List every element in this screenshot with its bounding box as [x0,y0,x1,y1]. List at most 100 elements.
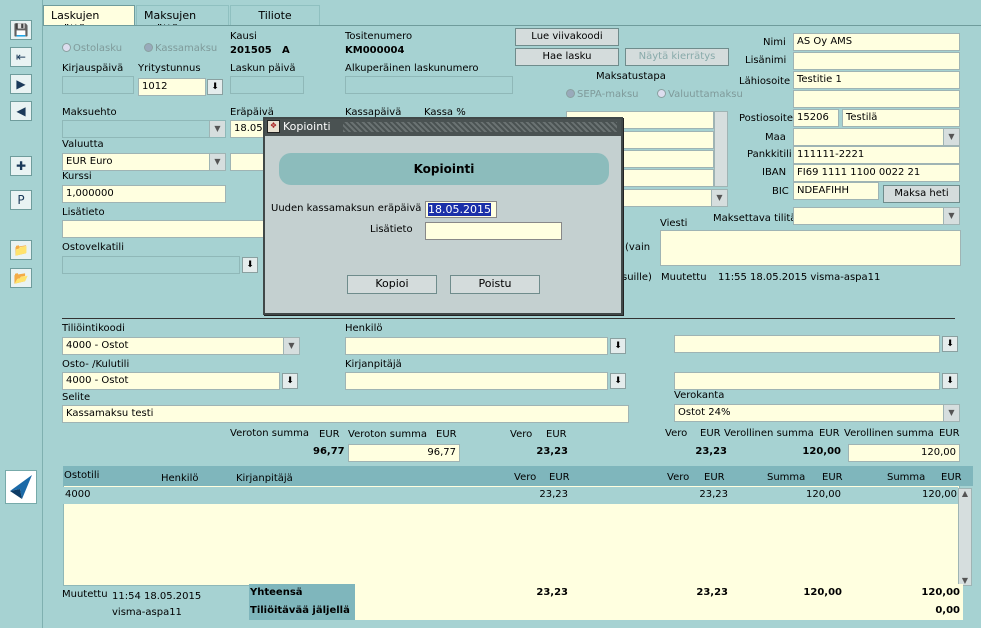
next-icon[interactable]: ▶ [10,74,32,94]
grid-header: Ostotili Henkilö Kirjanpitäjä Vero EUR V… [63,466,973,486]
tiliointikoodi-field[interactable]: 4000 - Ostot ▼ [62,337,300,355]
tab-maksujen-syotto[interactable]: Maksujen syöttö [136,5,229,35]
osto-lov-icon[interactable]: ⬇ [282,373,298,389]
kausi-value: 201505 [230,45,272,56]
kirjanpitaja-field[interactable] [345,372,608,390]
postinumero-field[interactable]: 15206 [793,109,839,127]
save-icon[interactable]: 💾 [10,20,32,40]
kurssi-field[interactable]: 1,000000 [62,185,226,203]
nayta-kierratys-button[interactable]: Näytä kierrätys [625,48,729,66]
henkilo-field[interactable] [345,337,608,355]
verokanta-field[interactable]: Ostot 24% ▼ [674,404,960,422]
col-kirjanpitaja: Kirjanpitäjä [236,473,293,484]
col-eur-3: EUR [822,472,843,483]
footer-muutettu-time: 11:54 18.05.2015 [112,591,202,602]
extra-lov-icon-2[interactable]: ⬇ [942,373,958,389]
muutettu-label: Muutettu [661,272,707,283]
radio-valuuttamaksu[interactable]: Valuuttamaksu [657,89,743,100]
eur-label-1: EUR [319,429,340,440]
iban-field[interactable]: FI69 1111 1100 0022 21 [793,164,960,182]
viesti-field[interactable] [660,230,961,266]
extra-lov-icon-1[interactable]: ⬇ [942,336,958,352]
lahiosoite-field[interactable]: Testitie 1 [793,71,960,89]
folder-open-icon[interactable]: 📂 [10,268,32,288]
ostovelkatili-label: Ostovelkatili [62,242,124,253]
vain-text: (vain [625,242,651,253]
selite-field[interactable]: Kassamaksu testi [62,405,629,423]
maksuehto-field[interactable]: ▼ [62,120,226,138]
valuutta-dropdown-icon[interactable]: ▼ [209,154,225,170]
divider [62,318,955,319]
verollinen-value-1: 120,00 [802,446,841,457]
col-summa-1: Summa [767,472,806,483]
extra-field-2[interactable] [674,372,940,390]
col-vero-2: Vero [667,472,690,483]
radio-sepa[interactable]: SEPA-maksu [566,89,639,100]
laskun-paiva-field[interactable] [230,76,304,94]
dialog-erapaiva-field[interactable]: 18.05.2015 [425,201,497,218]
total-vero-2: 23,23 [696,587,728,598]
veroton-summa-label-1: Veroton summa [230,428,309,439]
kausi-suffix: A [282,45,290,56]
veroton-field[interactable]: 96,77 [348,444,460,462]
vero-label-2: Vero [665,428,688,439]
kirjauspaiva-label: Kirjauspäivä [62,63,124,74]
lisatieto-field[interactable] [62,220,266,238]
valuutta-field[interactable]: EUR Euro [62,153,226,171]
viesti-label: Viesti [660,218,688,229]
osto-label: Osto- /Kulutili [62,359,130,370]
erapaiva-field[interactable]: 18.05 [230,120,264,138]
maa-field[interactable]: ▼ [793,128,960,146]
new-icon[interactable]: ✚ [10,156,32,176]
vero-label-1: Vero [510,429,533,440]
osto-field[interactable]: 4000 - Ostot [62,372,280,390]
yritystunnus-lov-icon[interactable]: ⬇ [207,79,223,95]
exit-icon[interactable]: ⇤ [10,47,32,67]
dialog-title: Kopiointi [283,120,331,133]
kurssi-label: Kurssi [62,171,92,182]
yritystunnus-label: Yritystunnus [138,63,201,74]
radio-kassamaksu[interactable]: Kassamaksu [144,43,217,54]
lisanimi-field[interactable] [793,52,960,70]
valuutta-label: Valuutta [62,139,104,150]
ostovelkatili-lov-icon[interactable]: ⬇ [242,257,258,273]
grid-scrollbar[interactable]: ▲ ▼ [958,488,972,586]
kopioi-button[interactable]: Kopioi [347,275,437,294]
col-summa-2: Summa [887,472,926,483]
lahiosoite-field-2[interactable] [793,90,960,108]
radio-ostolasku[interactable]: Ostolasku [62,43,122,54]
selite-label: Selite [62,392,91,403]
hae-lasku-button[interactable]: Hae lasku [515,48,619,66]
verollinen-field[interactable]: 120,00 [848,444,960,462]
pankkitili-field[interactable]: 111111-2221 [793,146,960,164]
nimi-field[interactable]: AS Oy AMS [793,33,960,51]
henkilo-lov-icon[interactable]: ⬇ [610,338,626,354]
extra-field-1[interactable] [674,335,940,353]
maksa-heti-button[interactable]: Maksa heti [883,185,960,203]
lisanimi-label: Lisänimi [745,55,787,66]
folder-icon[interactable]: 📁 [10,240,32,260]
yritystunnus-field[interactable]: 1012 [138,78,206,96]
maksatus-scrollbar[interactable] [714,111,728,187]
ostovelkatili-field[interactable] [62,256,240,274]
dialog-lisatieto-field[interactable] [425,222,562,240]
alkuperainen-label: Alkuperäinen laskunumero [345,63,479,74]
tab-tiliote[interactable]: Tiliote [230,5,320,26]
maksettava-field[interactable]: ▼ [793,207,960,225]
lue-viivakoodi-button[interactable]: Lue viivakoodi [515,28,619,46]
dialog-titlebar[interactable]: ❖ Kopiointi [265,119,621,136]
table-row[interactable]: 4000 23,23 23,23 120,00 120,00 [63,487,958,504]
kirjanpitaja-lov-icon[interactable]: ⬇ [610,373,626,389]
bic-field[interactable]: NDEAFIHH [793,182,879,200]
kirjauspaiva-field[interactable] [62,76,134,94]
poistu-button[interactable]: Poistu [450,275,540,294]
verollinen-summa-label-2: Verollinen summa [844,428,934,439]
alkuperainen-field[interactable] [345,76,513,94]
valuutta-extra-field[interactable] [230,153,264,171]
prev-icon[interactable]: ◀ [10,101,32,121]
eur-label-3: EUR [546,429,567,440]
pankkitili-label: Pankkitili [747,149,792,160]
tab-laskujen-syotto[interactable]: Laskujen syöttö [43,5,135,35]
p-icon[interactable]: P [10,190,32,210]
postitoimipaikka-field[interactable]: Testilä [842,109,960,127]
